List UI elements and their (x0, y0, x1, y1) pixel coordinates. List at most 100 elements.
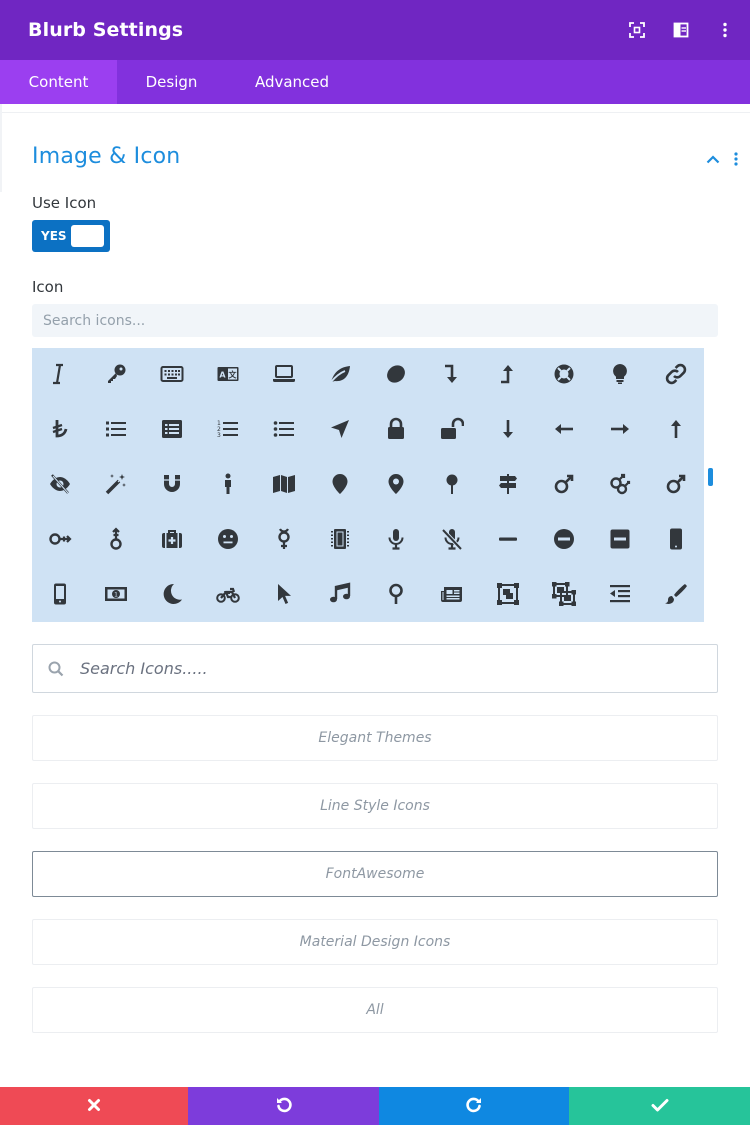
icon-option[interactable] (32, 348, 88, 403)
icon-option[interactable] (368, 568, 424, 622)
split-view-icon[interactable] (670, 18, 692, 42)
icon-option[interactable] (648, 568, 704, 622)
icon-option[interactable] (200, 513, 256, 568)
icon-option[interactable]: A文 (200, 348, 256, 403)
more-options-icon[interactable] (714, 18, 736, 42)
scrollbar[interactable] (704, 348, 718, 622)
icon-option[interactable] (32, 513, 88, 568)
icon-option[interactable] (648, 348, 704, 403)
section-menu-icon[interactable] (734, 152, 738, 166)
undo-button[interactable] (188, 1087, 379, 1125)
icon-option[interactable] (256, 348, 312, 403)
icon-option[interactable] (312, 403, 368, 458)
icon-option[interactable] (648, 458, 704, 513)
icon-option[interactable] (424, 403, 480, 458)
mercury-icon (272, 527, 296, 555)
icon-option[interactable]: 123 (200, 403, 256, 458)
icon-option[interactable] (368, 348, 424, 403)
icon-option[interactable] (32, 403, 88, 458)
link-icon (664, 362, 688, 390)
long-arrow-down-icon (496, 417, 520, 445)
icon-option[interactable] (592, 513, 648, 568)
icon-option[interactable] (592, 458, 648, 513)
icon-option[interactable] (592, 568, 648, 622)
filter-all[interactable]: All (32, 987, 718, 1033)
icon-option[interactable] (536, 513, 592, 568)
icon-option[interactable] (88, 348, 144, 403)
long-arrow-right-icon (608, 417, 632, 445)
divider (0, 112, 750, 113)
icon-option[interactable] (536, 403, 592, 458)
section-title[interactable]: Image & Icon (32, 144, 180, 169)
filter-fontawesome[interactable]: FontAwesome (32, 851, 718, 897)
icon-option[interactable] (144, 348, 200, 403)
object-ungroup-icon (552, 581, 576, 610)
icon-option[interactable] (536, 458, 592, 513)
lock-open-icon (440, 417, 465, 445)
icon-search-field[interactable] (80, 645, 700, 692)
map-pin-icon (440, 472, 464, 500)
icon-option[interactable] (256, 568, 312, 622)
icon-option[interactable] (424, 348, 480, 403)
icon-option[interactable] (144, 568, 200, 622)
money-bill-icon: 1 (104, 582, 128, 610)
icon-option[interactable] (312, 348, 368, 403)
icon-option[interactable] (256, 513, 312, 568)
icon-option[interactable] (480, 513, 536, 568)
icon-option[interactable] (480, 348, 536, 403)
icon-option[interactable] (424, 513, 480, 568)
icon-option[interactable] (480, 403, 536, 458)
icon-option[interactable]: 1 (88, 568, 144, 622)
icon-option[interactable] (424, 458, 480, 513)
icon-option[interactable] (144, 403, 200, 458)
icon-option[interactable] (144, 513, 200, 568)
filter-material-design-icons[interactable]: Material Design Icons (32, 919, 718, 965)
icon-option[interactable] (88, 403, 144, 458)
header-actions (604, 18, 736, 42)
icon-option[interactable] (200, 458, 256, 513)
icon-option[interactable] (32, 458, 88, 513)
icon-option[interactable] (648, 513, 704, 568)
icon-option[interactable] (256, 458, 312, 513)
icon-option[interactable] (536, 348, 592, 403)
icon-option[interactable] (312, 513, 368, 568)
redo-button[interactable] (379, 1087, 569, 1125)
filter-elegant-themes[interactable]: Elegant Themes (32, 715, 718, 761)
chevron-up-icon[interactable] (706, 154, 720, 164)
icon-option[interactable] (368, 403, 424, 458)
tab-advanced[interactable]: Advanced (226, 60, 358, 104)
icon-option[interactable] (312, 568, 368, 622)
icon-option[interactable] (368, 458, 424, 513)
filter-line-style-icons[interactable]: Line Style Icons (32, 783, 718, 829)
fullscreen-icon[interactable] (626, 18, 648, 42)
list-icon (104, 417, 128, 445)
icon-option[interactable] (200, 568, 256, 622)
icon-search-box (32, 644, 718, 693)
icon-option[interactable] (88, 458, 144, 513)
icon-search-input[interactable] (32, 304, 718, 337)
icon-option[interactable] (88, 513, 144, 568)
icon-option[interactable] (592, 403, 648, 458)
icon-option[interactable] (536, 568, 592, 622)
icon-option[interactable] (480, 458, 536, 513)
icon-option[interactable] (312, 458, 368, 513)
icon-option[interactable] (424, 568, 480, 622)
microphone-icon (384, 527, 408, 555)
icon-option[interactable] (256, 403, 312, 458)
icon-option[interactable] (144, 458, 200, 513)
icon-option[interactable] (32, 568, 88, 622)
list-ul-icon (272, 417, 296, 445)
level-down-icon (440, 362, 464, 390)
use-icon-toggle[interactable]: YES (32, 220, 110, 252)
level-up-icon (496, 362, 520, 390)
map-marker-alt-icon (384, 472, 408, 500)
tab-design[interactable]: Design (117, 60, 226, 104)
icon-option[interactable] (592, 348, 648, 403)
icon-option[interactable] (480, 568, 536, 622)
icon-option[interactable] (648, 403, 704, 458)
discard-button[interactable] (0, 1087, 188, 1125)
save-button[interactable] (569, 1087, 750, 1125)
tab-content[interactable]: Content (0, 60, 117, 104)
icon-option[interactable] (368, 513, 424, 568)
scrollbar-thumb[interactable] (708, 468, 713, 486)
